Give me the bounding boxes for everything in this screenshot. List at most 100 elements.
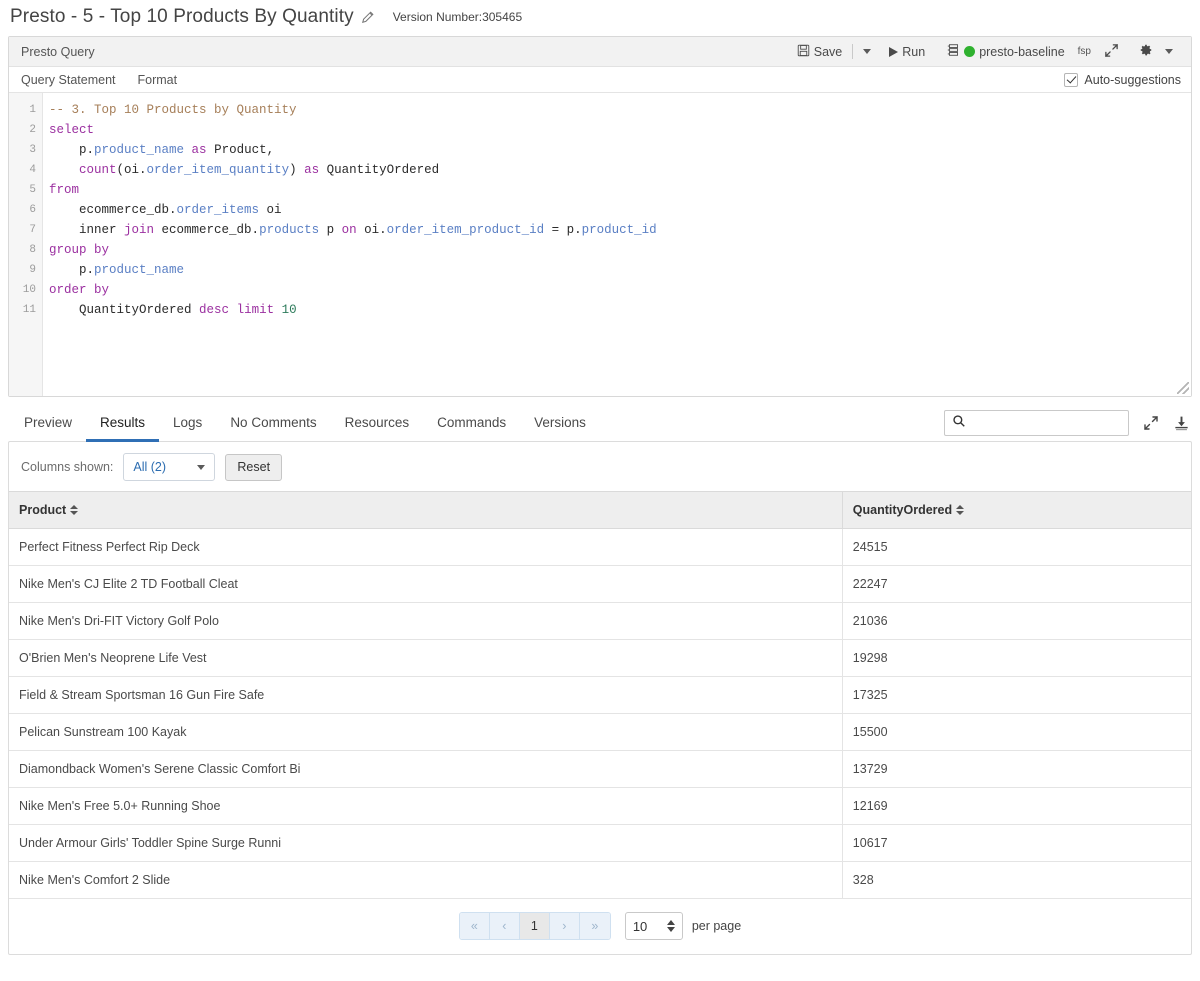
tab-commands[interactable]: Commands bbox=[423, 409, 520, 442]
per-page-control: 10 per page bbox=[624, 912, 742, 940]
database-icon bbox=[947, 43, 960, 60]
code-line[interactable]: ecommerce_db.order_items oi bbox=[49, 200, 1191, 220]
tab-format[interactable]: Format bbox=[138, 73, 178, 87]
save-button-label: Save bbox=[813, 44, 843, 59]
page-title: Presto - 5 - Top 10 Products By Quantity bbox=[10, 6, 354, 27]
run-button[interactable]: Run bbox=[883, 43, 931, 61]
columns-shown-label: Columns shown: bbox=[21, 460, 114, 474]
tab-logs[interactable]: Logs bbox=[159, 409, 216, 442]
table-cell: Nike Men's Dri-FIT Victory Golf Polo bbox=[9, 602, 843, 640]
code-line[interactable]: select bbox=[49, 120, 1191, 140]
reset-button[interactable]: Reset bbox=[225, 453, 283, 481]
tab-versions[interactable]: Versions bbox=[520, 409, 600, 442]
code-token: ecommerce_db. bbox=[154, 223, 260, 237]
pencil-icon[interactable] bbox=[361, 10, 375, 24]
table-row: Diamondback Women's Serene Classic Comfo… bbox=[9, 750, 1191, 788]
sort-arrows-icon[interactable] bbox=[70, 504, 79, 516]
table-row: Nike Men's Dri-FIT Victory Golf Polo 2103… bbox=[9, 602, 1191, 640]
editor-line-numbers: 1 2 3 4 5 6 7 8 9 10 11 bbox=[9, 93, 43, 396]
line-number: 10 bbox=[22, 284, 36, 296]
pager-first-button[interactable]: « bbox=[459, 913, 490, 939]
per-page-stepper[interactable]: 10 bbox=[624, 912, 683, 940]
column-header-quantityordered[interactable]: QuantityOrdered bbox=[842, 491, 1191, 529]
code-token: order by bbox=[49, 283, 110, 297]
tab-query-statement[interactable]: Query Statement bbox=[21, 73, 116, 87]
code-line[interactable]: inner join ecommerce_db.products p on oi… bbox=[49, 220, 1191, 240]
fsp-label[interactable]: fsp bbox=[1071, 46, 1098, 57]
code-token: QuantityOrdered bbox=[319, 163, 440, 177]
pager-next-button[interactable]: › bbox=[549, 913, 580, 939]
per-page-label: per page bbox=[691, 919, 742, 933]
line-number: 2 bbox=[29, 124, 36, 136]
auto-suggestions-toggle[interactable]: Auto-suggestions bbox=[1064, 72, 1181, 87]
results-table-body: Perfect Fitness Perfect Rip Deck 24515 Nik… bbox=[9, 528, 1191, 899]
query-sub-tabs: Query Statement Format bbox=[21, 73, 177, 87]
pager-current-page[interactable]: 1 bbox=[519, 913, 550, 939]
column-header-product[interactable]: Product bbox=[9, 491, 843, 529]
table-cell: Pelican Sunstream 100 Kayak bbox=[9, 713, 843, 751]
code-line[interactable]: p.product_name bbox=[49, 260, 1191, 280]
pager-last-button[interactable]: » bbox=[579, 913, 610, 939]
table-row: Nike Men's Comfort 2 Slide 328 bbox=[9, 861, 1191, 899]
code-line[interactable]: p.product_name as Product, bbox=[49, 140, 1191, 160]
table-cell: 17325 bbox=[842, 676, 1191, 714]
tab-preview[interactable]: Preview bbox=[10, 409, 86, 442]
resize-grip-handle[interactable] bbox=[1177, 382, 1189, 394]
code-line[interactable]: -- 3. Top 10 Products by Quantity bbox=[49, 100, 1191, 120]
table-cell: Nike Men's CJ Elite 2 TD Football Cleat bbox=[9, 565, 843, 603]
search-box[interactable] bbox=[944, 410, 1129, 436]
toolbar-divider bbox=[852, 44, 854, 59]
settings-dropdown-button[interactable] bbox=[1159, 47, 1179, 56]
code-line[interactable]: group by bbox=[49, 240, 1191, 260]
code-token: limit bbox=[236, 303, 275, 317]
pagination: « ‹ 1 › » 10 per page bbox=[9, 899, 1191, 954]
line-number: 1 bbox=[29, 104, 36, 116]
table-cell: 15500 bbox=[842, 713, 1191, 751]
cluster-selector[interactable]: presto-baseline bbox=[941, 41, 1070, 62]
search-input[interactable] bbox=[972, 415, 1121, 431]
cluster-label: presto-baseline bbox=[979, 44, 1065, 59]
columns-select[interactable]: All (2) bbox=[123, 453, 216, 481]
play-icon bbox=[889, 46, 899, 57]
results-tabs: Preview Results Logs No Comments Resources Co… bbox=[10, 409, 600, 442]
code-line[interactable]: count(oi.order_item_quantity) as Quantit… bbox=[49, 160, 1191, 180]
tab-no-comments[interactable]: No Comments bbox=[216, 409, 330, 442]
results-panel: Columns shown: All (2) Reset Product Quan… bbox=[8, 441, 1192, 955]
columns-select-value: All (2) bbox=[133, 460, 167, 474]
editor-code[interactable]: -- 3. Top 10 Products by Quantity select … bbox=[43, 93, 1191, 396]
code-token: p. bbox=[49, 263, 95, 277]
save-dropdown-button[interactable] bbox=[857, 47, 877, 56]
table-cell: Nike Men's Free 5.0+ Running Shoe bbox=[9, 787, 843, 825]
pager-prev-button[interactable]: ‹ bbox=[489, 913, 520, 939]
line-number: 4 bbox=[29, 164, 36, 176]
code-token: product_name bbox=[94, 143, 185, 157]
stepper-arrows-icon[interactable] bbox=[666, 920, 675, 932]
expand-results-button[interactable] bbox=[1143, 415, 1159, 431]
line-number: 5 bbox=[29, 184, 36, 196]
code-token: QuantityOrdered bbox=[49, 303, 200, 317]
code-token: group by bbox=[49, 243, 110, 257]
settings-button[interactable] bbox=[1133, 41, 1159, 62]
sql-editor[interactable]: 1 2 3 4 5 6 7 8 9 10 11 -- 3. Top 10 Products by Q… bbox=[9, 93, 1191, 396]
code-token: as bbox=[191, 143, 207, 157]
tab-results[interactable]: Results bbox=[86, 409, 160, 442]
auto-suggestions-checkbox[interactable] bbox=[1064, 72, 1079, 87]
download-results-button[interactable] bbox=[1173, 415, 1190, 432]
table-cell: Nike Men's Comfort 2 Slide bbox=[9, 861, 843, 899]
code-token: ecommerce_db. bbox=[49, 203, 177, 217]
line-number: 8 bbox=[29, 244, 36, 256]
code-line[interactable]: order by bbox=[49, 280, 1191, 300]
code-token: inner bbox=[49, 223, 125, 237]
sort-arrows-icon[interactable] bbox=[956, 504, 965, 516]
save-button[interactable]: Save bbox=[791, 42, 849, 62]
table-cell: 21036 bbox=[842, 602, 1191, 640]
code-line[interactable]: from bbox=[49, 180, 1191, 200]
code-line[interactable]: QuantityOrdered desc limit 10 bbox=[49, 300, 1191, 320]
code-token: -- 3. Top 10 Products by Quantity bbox=[49, 103, 297, 117]
table-cell: Diamondback Women's Serene Classic Comfo… bbox=[9, 750, 843, 788]
expand-editor-button[interactable] bbox=[1098, 41, 1125, 63]
table-cell: Field & Stream Sportsman 16 Gun Fire Saf… bbox=[9, 676, 843, 714]
tab-resources[interactable]: Resources bbox=[331, 409, 424, 442]
table-row: Field & Stream Sportsman 16 Gun Fire Saf… bbox=[9, 676, 1191, 714]
